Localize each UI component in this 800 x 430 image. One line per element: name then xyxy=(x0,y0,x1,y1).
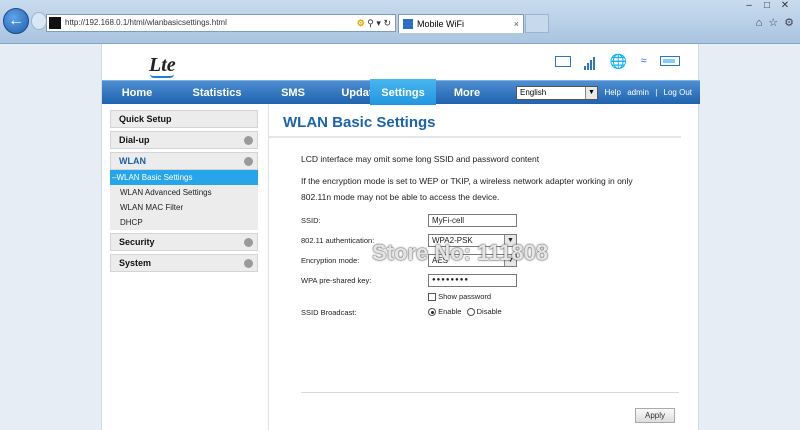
ssid-input[interactable]: MyFi-cell xyxy=(428,214,517,227)
back-button[interactable]: ← xyxy=(3,8,29,34)
expand-icon xyxy=(244,136,253,145)
dropdown-icon[interactable]: ▾ xyxy=(376,18,381,28)
apply-button[interactable]: Apply xyxy=(635,408,675,423)
page-title: WLAN Basic Settings xyxy=(283,114,436,131)
sidebar-item-label: WLAN xyxy=(119,156,146,166)
sidebar-sub-wlan-advanced[interactable]: WLAN Advanced Settings xyxy=(110,185,258,200)
settings-sidebar: Quick Setup Dial-up WLAN –WLAN Basic Set… xyxy=(110,110,258,275)
browser-toolbar-icons: ⌂ ☆ ⚙ xyxy=(750,16,794,29)
main-content: WLAN Basic Settings LCD interface may om… xyxy=(269,114,683,423)
search-icon[interactable]: ⚲ xyxy=(367,18,374,28)
sidebar-item-label: Dial-up xyxy=(119,135,150,145)
wifi-icon: ≈ xyxy=(640,55,647,67)
nav-sms[interactable]: SMS xyxy=(262,81,324,105)
sidebar-item-quick-setup[interactable]: Quick Setup xyxy=(110,110,258,128)
form-divider xyxy=(301,392,679,393)
favorites-icon[interactable]: ☆ xyxy=(768,17,778,29)
tab-favicon-icon xyxy=(403,19,413,29)
separator: | xyxy=(655,88,658,97)
lcd-notice: LCD interface may omit some long SSID an… xyxy=(301,154,540,164)
sidebar-item-dial-up[interactable]: Dial-up xyxy=(110,131,258,149)
sidebar-item-label: Security xyxy=(119,237,155,247)
mail-icon[interactable] xyxy=(554,55,571,67)
enable-radio[interactable] xyxy=(428,308,436,317)
minimize-icon[interactable]: – xyxy=(740,0,758,11)
psk-label: WPA pre-shared key: xyxy=(301,276,372,285)
sidebar-item-wlan[interactable]: WLAN xyxy=(110,152,258,170)
expand-icon xyxy=(244,259,253,268)
router-page: Lte 🌐 ≈ Home Statistics SMS Update Setti… xyxy=(101,44,700,430)
expand-icon xyxy=(244,238,253,247)
ssid-label: SSID: xyxy=(301,216,321,225)
nav-home[interactable]: Home xyxy=(102,81,172,105)
nav-settings[interactable]: Settings xyxy=(370,79,436,105)
language-value: English xyxy=(520,88,547,97)
broadcast-label: SSID Broadcast: xyxy=(301,308,357,317)
show-password-checkbox[interactable] xyxy=(428,293,436,302)
nav-links: Help admin | Log Out xyxy=(601,81,693,105)
show-password-row: Show password xyxy=(428,292,492,302)
browser-tab[interactable]: Mobile WiFi × xyxy=(398,14,524,33)
main-nav: Home Statistics SMS Update Settings More… xyxy=(102,79,700,105)
signal-icon xyxy=(584,52,596,70)
sidebar-item-security[interactable]: Security xyxy=(110,233,258,251)
close-icon[interactable]: ✕ xyxy=(776,0,794,11)
maximize-icon[interactable]: □ xyxy=(758,0,776,11)
tools-icon[interactable]: ⚙ xyxy=(784,17,794,29)
admin-link[interactable]: admin xyxy=(627,88,649,97)
window-controls: – □ ✕ xyxy=(740,0,794,11)
globe-icon: 🌐 xyxy=(609,53,628,69)
nav-statistics[interactable]: Statistics xyxy=(172,81,262,105)
encryption-label: Encryption mode: xyxy=(301,256,360,265)
encryption-notice: If the encryption mode is set to WEP or … xyxy=(301,176,633,186)
store-watermark: Store No: 111808 xyxy=(372,240,549,265)
psk-input[interactable]: ●●●●●●●● xyxy=(428,274,517,287)
encryption-notice-2: 802.11n mode may not be able to access t… xyxy=(301,192,500,202)
compatibility-icon[interactable]: ⚙ xyxy=(357,18,365,28)
site-icon xyxy=(49,17,61,29)
sidebar-sub-wlan-mac-filter[interactable]: WLAN MAC Filter xyxy=(110,200,258,215)
logout-link[interactable]: Log Out xyxy=(664,88,692,97)
sidebar-item-label: System xyxy=(119,258,152,268)
background-blur xyxy=(600,14,720,28)
nav-more[interactable]: More xyxy=(436,81,498,105)
status-icons: 🌐 ≈ xyxy=(546,52,680,70)
wlan-submenu: –WLAN Basic Settings WLAN Advanced Setti… xyxy=(110,170,258,230)
refresh-icon[interactable]: ↻ xyxy=(383,18,391,28)
browser-chrome: ← http://192.168.0.1/html/wlanbasicsetti… xyxy=(0,0,800,44)
language-select[interactable]: English ▼ xyxy=(516,86,598,100)
battery-icon xyxy=(660,56,680,66)
address-tools: ⚙ ⚲ ▾ ↻ xyxy=(357,15,391,31)
tab-title: Mobile WiFi xyxy=(417,19,465,29)
disable-label: Disable xyxy=(476,307,502,316)
help-link[interactable]: Help xyxy=(605,88,621,97)
auth-label: 802.11 authentication: xyxy=(301,236,375,245)
title-divider xyxy=(269,136,681,138)
address-text: http://192.168.0.1/html/wlanbasicsetting… xyxy=(65,18,227,27)
show-password-label: Show password xyxy=(438,292,492,301)
enable-label: Enable xyxy=(438,307,462,316)
sidebar-sub-wlan-basic[interactable]: –WLAN Basic Settings xyxy=(110,170,258,185)
new-tab-button[interactable] xyxy=(525,14,549,33)
broadcast-options: Enable Disable xyxy=(428,307,502,317)
forward-button[interactable] xyxy=(31,12,47,30)
chevron-down-icon: ▼ xyxy=(585,87,597,99)
address-bar[interactable]: http://192.168.0.1/html/wlanbasicsetting… xyxy=(46,14,396,32)
vertical-divider xyxy=(268,104,269,430)
sidebar-sub-dhcp[interactable]: DHCP xyxy=(110,215,258,230)
disable-radio[interactable] xyxy=(466,308,475,317)
tab-close-icon[interactable]: × xyxy=(514,15,519,33)
logo-swoosh xyxy=(150,74,174,78)
home-icon[interactable]: ⌂ xyxy=(756,17,763,29)
collapse-icon xyxy=(244,157,253,166)
sidebar-item-system[interactable]: System xyxy=(110,254,258,272)
